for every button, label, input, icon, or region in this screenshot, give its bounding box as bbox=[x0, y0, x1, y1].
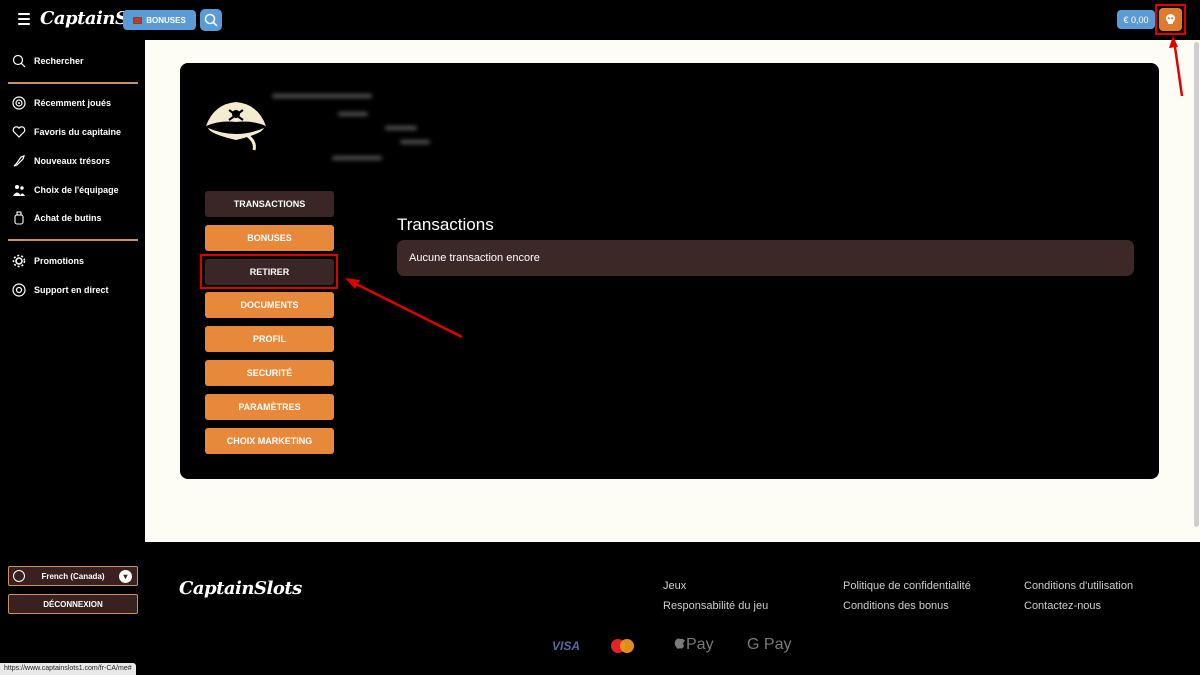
sidebar-item-label: Récemment joués bbox=[34, 98, 112, 108]
status-bar-url: https://www.captainslots1.com/fr-CA/me# bbox=[0, 663, 136, 675]
search-button[interactable] bbox=[200, 9, 222, 31]
transactions-empty-state: Aucune transaction encore bbox=[397, 240, 1134, 276]
menu-button-marketing[interactable]: CHOIX MARKETING bbox=[205, 428, 334, 454]
menu-button-bonuses[interactable]: BONUSES bbox=[205, 225, 334, 251]
sidebar-item-recent[interactable]: Récemment joués bbox=[12, 96, 111, 110]
footer-link-responsible[interactable]: Responsabilité du jeu bbox=[663, 600, 768, 612]
bonuses-button-label: BONUSES bbox=[146, 15, 186, 25]
pirate-avatar-icon bbox=[206, 102, 266, 151]
footer-link-bonus-terms[interactable]: Conditions des bonus bbox=[843, 600, 949, 612]
footer-link-terms[interactable]: Conditions d'utilisation bbox=[1024, 580, 1133, 592]
annotation-highlight-withdraw bbox=[200, 254, 338, 289]
crew-icon bbox=[13, 185, 25, 196]
apple-pay-logo: Pay bbox=[674, 636, 714, 654]
menu-button-profile[interactable]: PROFIL bbox=[205, 326, 334, 352]
footer-link-contact[interactable]: Contactez-nous bbox=[1024, 600, 1101, 612]
heart-icon bbox=[12, 126, 26, 138]
globe-icon bbox=[13, 570, 25, 582]
sidebar-divider bbox=[8, 82, 138, 84]
sidebar-item-support[interactable]: Support en direct bbox=[12, 283, 109, 297]
search-icon bbox=[204, 13, 218, 27]
bottle-icon bbox=[14, 211, 24, 225]
chest-icon bbox=[133, 16, 143, 24]
search-icon bbox=[12, 54, 26, 68]
sidebar-item-search[interactable]: Rechercher bbox=[12, 54, 84, 68]
menu-button-security[interactable]: SECURITÉ bbox=[205, 360, 334, 386]
google-pay-logo: G Pay bbox=[747, 636, 792, 653]
balance-button[interactable]: € 0,00 bbox=[1117, 10, 1155, 29]
bonuses-button[interactable]: BONUSES bbox=[123, 10, 196, 30]
menu-button-documents[interactable]: DOCUMENTS bbox=[205, 292, 334, 318]
chevron-down-icon: ▾ bbox=[119, 570, 132, 583]
sidebar-item-label: Favoris du capitaine bbox=[34, 127, 122, 137]
sidebar-item-favorites[interactable]: Favoris du capitaine bbox=[12, 125, 121, 139]
sidebar-item-label: Achat de butins bbox=[34, 213, 102, 223]
sidebar-item-label: Support en direct bbox=[34, 285, 109, 295]
rocket-icon bbox=[13, 155, 25, 167]
scrollbar[interactable] bbox=[1192, 40, 1200, 542]
gear-icon bbox=[12, 254, 26, 268]
mastercard-logo bbox=[611, 639, 634, 653]
apple-pay-label: Pay bbox=[686, 636, 714, 653]
apple-icon bbox=[674, 638, 685, 649]
sidebar-item-buy[interactable]: Achat de butins bbox=[12, 211, 102, 225]
target-icon bbox=[12, 96, 26, 110]
blurred-user-info bbox=[270, 88, 440, 168]
sidebar-item-crew[interactable]: Choix de l'équipage bbox=[12, 183, 119, 197]
sidebar-item-label: Choix de l'équipage bbox=[34, 185, 119, 195]
menu-button-settings[interactable]: PARAMÈTRES bbox=[205, 394, 334, 420]
language-select[interactable]: French (Canada) ▾ bbox=[8, 566, 138, 586]
sidebar-item-label: Nouveaux trésors bbox=[34, 156, 111, 166]
footer-link-games[interactable]: Jeux bbox=[663, 580, 686, 592]
footer-link-privacy[interactable]: Politique de confidentialité bbox=[843, 580, 971, 592]
scrollbar-thumb[interactable] bbox=[1194, 42, 1199, 527]
sidebar-item-label: Rechercher bbox=[34, 56, 84, 66]
top-bar: CaptainSlots BONUSES € 0,00 bbox=[0, 0, 1200, 40]
menu-icon[interactable] bbox=[18, 13, 30, 25]
transactions-title: Transactions bbox=[397, 215, 494, 234]
footer-logo[interactable]: CaptainSlots bbox=[179, 578, 302, 599]
sidebar-divider bbox=[8, 239, 138, 241]
menu-button-transactions[interactable]: TRANSACTIONS bbox=[205, 191, 334, 217]
lifebuoy-icon bbox=[12, 283, 26, 297]
sidebar-item-label: Promotions bbox=[34, 256, 85, 266]
visa-logo: VISA bbox=[552, 639, 581, 653]
sidebar-item-new[interactable]: Nouveaux trésors bbox=[12, 154, 110, 168]
annotation-highlight-avatar bbox=[1155, 4, 1186, 35]
logout-button[interactable]: DÉCONNEXION bbox=[8, 594, 138, 614]
language-select-value: French (Canada) bbox=[41, 571, 105, 581]
sidebar-item-promotions[interactable]: Promotions bbox=[12, 254, 84, 268]
